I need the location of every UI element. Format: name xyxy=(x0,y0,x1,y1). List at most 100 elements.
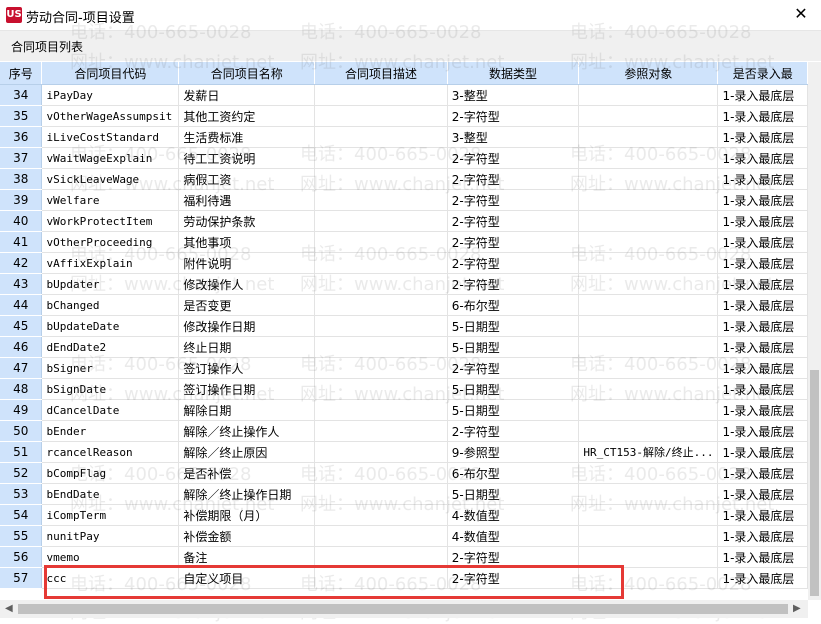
row-desc[interactable] xyxy=(314,315,448,337)
row-name[interactable]: 是否变更 xyxy=(178,294,316,316)
row-index[interactable]: 34 xyxy=(0,84,43,106)
row-code[interactable]: rcancelReason xyxy=(41,441,180,463)
table-row[interactable]: 53 bEndDate 解除／终止操作日期 5-日期型 1-录入最底层 xyxy=(0,483,808,505)
row-entry[interactable]: 1-录入最底层 xyxy=(717,126,808,148)
table-row[interactable]: 46 dEndDate2 终止日期 5-日期型 1-录入最底层 xyxy=(0,336,808,358)
table-row[interactable]: 43 bUpdater 修改操作人 2-字符型 1-录入最底层 xyxy=(0,273,808,295)
row-desc[interactable] xyxy=(314,441,448,463)
row-code[interactable]: bUpdater xyxy=(41,273,180,295)
horizontal-scrollbar[interactable]: ◀ ▶ xyxy=(0,600,808,618)
row-code[interactable]: ccc xyxy=(41,567,180,589)
table-row[interactable]: 47 bSigner 签订操作人 2-字符型 1-录入最底层 xyxy=(0,357,808,379)
row-name[interactable]: 签订操作人 xyxy=(178,357,316,379)
row-index[interactable]: 49 xyxy=(0,399,43,421)
vertical-scroll-thumb[interactable] xyxy=(810,370,819,596)
row-ref[interactable] xyxy=(578,252,719,274)
row-ref[interactable] xyxy=(578,105,719,127)
row-type[interactable]: 5-日期型 xyxy=(447,483,580,505)
close-button[interactable]: ✕ xyxy=(781,0,821,30)
row-code[interactable]: vWorkProtectItem xyxy=(41,210,180,232)
table-row[interactable]: 52 bCompFlag 是否补偿 6-布尔型 1-录入最底层 xyxy=(0,462,808,484)
row-name[interactable]: 待工工资说明 xyxy=(178,147,316,169)
row-ref[interactable] xyxy=(578,525,719,547)
row-ref[interactable] xyxy=(578,189,719,211)
row-code[interactable]: vWaitWageExplain xyxy=(41,147,180,169)
row-name[interactable]: 劳动保护条款 xyxy=(178,210,316,232)
row-ref[interactable] xyxy=(578,504,719,526)
row-entry[interactable]: 1-录入最底层 xyxy=(717,378,808,400)
row-code[interactable]: dEndDate2 xyxy=(41,336,180,358)
row-name[interactable]: 解除／终止操作日期 xyxy=(178,483,316,505)
row-code[interactable]: bCompFlag xyxy=(41,462,180,484)
row-entry[interactable]: 1-录入最底层 xyxy=(717,84,808,106)
row-type[interactable]: 2-字符型 xyxy=(447,357,580,379)
row-name[interactable]: 生活费标准 xyxy=(178,126,316,148)
row-index[interactable]: 40 xyxy=(0,210,43,232)
row-entry[interactable]: 1-录入最底层 xyxy=(717,189,808,211)
table-row[interactable]: 51 rcancelReason 解除／终止原因 9-参照型 HR_CT153-解除/终… xyxy=(0,441,808,463)
row-code[interactable]: bEnder xyxy=(41,420,180,442)
row-ref[interactable] xyxy=(578,168,719,190)
row-ref[interactable] xyxy=(578,273,719,295)
row-code[interactable]: nunitPay xyxy=(41,525,180,547)
row-desc[interactable] xyxy=(314,336,448,358)
row-code[interactable]: bSigner xyxy=(41,357,180,379)
row-name[interactable]: 是否补偿 xyxy=(178,462,316,484)
col-header-index[interactable]: 序号 xyxy=(0,62,43,85)
row-entry[interactable]: 1-录入最底层 xyxy=(717,273,808,295)
row-desc[interactable] xyxy=(314,168,448,190)
row-name[interactable]: 终止日期 xyxy=(178,336,316,358)
table-row[interactable]: 39 vWelfare 福利待遇 2-字符型 1-录入最底层 xyxy=(0,189,808,211)
row-code[interactable]: bEndDate xyxy=(41,483,180,505)
row-type[interactable]: 3-整型 xyxy=(447,84,580,106)
table-row[interactable]: 35 vOtherWageAssumpsit 其他工资约定 2-字符型 1-录入最底层 xyxy=(0,105,808,127)
row-index[interactable]: 37 xyxy=(0,147,43,169)
row-code[interactable]: iLiveCostStandard xyxy=(41,126,180,148)
row-ref[interactable]: HR_CT153-解除/终止... xyxy=(578,441,719,463)
row-index[interactable]: 35 xyxy=(0,105,43,127)
row-type[interactable]: 2-字符型 xyxy=(447,420,580,442)
col-header-entry[interactable]: 是否录入最 xyxy=(717,62,808,85)
row-entry[interactable]: 1-录入最底层 xyxy=(717,420,808,442)
col-header-type[interactable]: 数据类型 xyxy=(447,62,580,85)
row-desc[interactable] xyxy=(314,126,448,148)
row-type[interactable]: 5-日期型 xyxy=(447,378,580,400)
row-code[interactable]: vWelfare xyxy=(41,189,180,211)
row-entry[interactable]: 1-录入最底层 xyxy=(717,399,808,421)
row-desc[interactable] xyxy=(314,378,448,400)
scroll-right-icon[interactable]: ▶ xyxy=(793,603,801,614)
row-name[interactable]: 补偿金额 xyxy=(178,525,316,547)
table-row[interactable]: 38 vSickLeaveWage 病假工资 2-字符型 1-录入最底层 xyxy=(0,168,808,190)
row-index[interactable]: 53 xyxy=(0,483,43,505)
row-index[interactable]: 44 xyxy=(0,294,43,316)
row-entry[interactable]: 1-录入最底层 xyxy=(717,231,808,253)
row-name[interactable]: 病假工资 xyxy=(178,168,316,190)
row-ref[interactable] xyxy=(578,483,719,505)
row-name[interactable]: 自定义项目 xyxy=(178,567,316,589)
row-ref[interactable] xyxy=(578,399,719,421)
row-entry[interactable]: 1-录入最底层 xyxy=(717,210,808,232)
row-ref[interactable] xyxy=(578,546,719,568)
row-desc[interactable] xyxy=(314,273,448,295)
col-header-desc[interactable]: 合同项目描述 xyxy=(314,62,448,85)
row-ref[interactable] xyxy=(578,84,719,106)
row-type[interactable]: 5-日期型 xyxy=(447,315,580,337)
row-ref[interactable] xyxy=(578,210,719,232)
row-ref[interactable] xyxy=(578,294,719,316)
row-name[interactable]: 修改操作人 xyxy=(178,273,316,295)
row-entry[interactable]: 1-录入最底层 xyxy=(717,483,808,505)
row-name[interactable]: 修改操作日期 xyxy=(178,315,316,337)
row-code[interactable]: bUpdateDate xyxy=(41,315,180,337)
scroll-left-icon[interactable]: ◀ xyxy=(5,603,13,614)
row-type[interactable]: 2-字符型 xyxy=(447,567,580,589)
row-type[interactable]: 2-字符型 xyxy=(447,231,580,253)
row-index[interactable]: 56 xyxy=(0,546,43,568)
row-type[interactable]: 6-布尔型 xyxy=(447,294,580,316)
row-index[interactable]: 52 xyxy=(0,462,43,484)
row-desc[interactable] xyxy=(314,231,448,253)
row-entry[interactable]: 1-录入最底层 xyxy=(717,504,808,526)
table-row[interactable]: 50 bEnder 解除／终止操作人 2-字符型 1-录入最底层 xyxy=(0,420,808,442)
row-desc[interactable] xyxy=(314,357,448,379)
table-row[interactable]: 40 vWorkProtectItem 劳动保护条款 2-字符型 1-录入最底层 xyxy=(0,210,808,232)
row-entry[interactable]: 1-录入最底层 xyxy=(717,336,808,358)
